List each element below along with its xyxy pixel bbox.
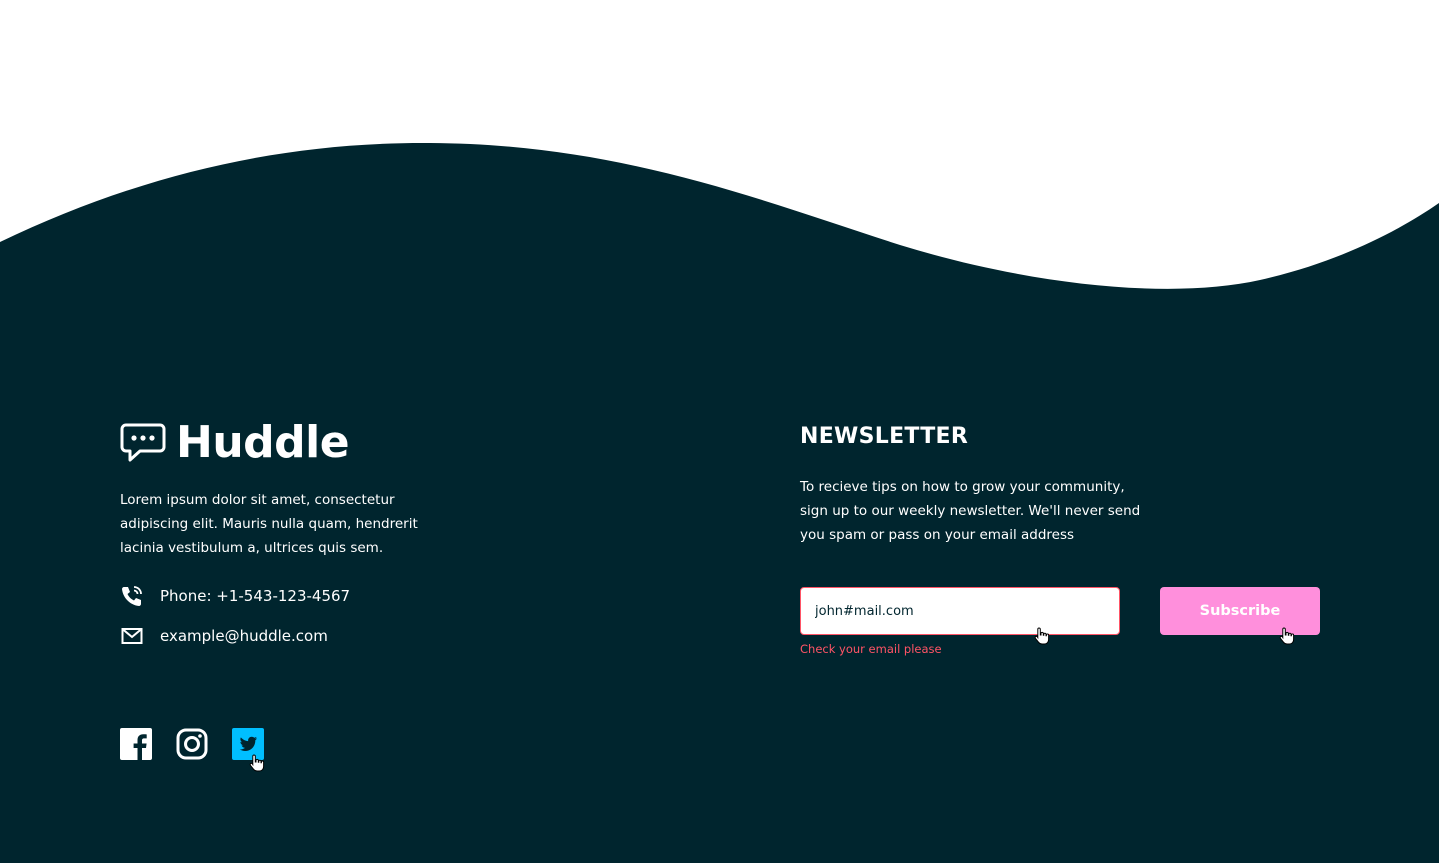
phone-icon	[122, 586, 142, 606]
facebook-icon[interactable]	[120, 728, 152, 760]
newsletter-title: NEWSLETTER	[800, 424, 969, 449]
brand-description: Lorem ipsum dolor sit amet, consectetur …	[120, 492, 418, 556]
social-links	[120, 728, 288, 760]
contact-phone: Phone: +1-543-123-4567	[120, 584, 350, 608]
mail-icon	[121, 628, 143, 644]
instagram-icon[interactable]	[176, 728, 208, 760]
footer: Huddle Lorem ipsum dolor sit amet, conse…	[0, 0, 1439, 863]
email-error-message: Check your email please	[800, 642, 942, 656]
twitter-icon[interactable]	[232, 728, 264, 760]
email-input[interactable]	[800, 587, 1120, 635]
phone-text: Phone: +1-543-123-4567	[160, 587, 351, 605]
page: Huddle Lorem ipsum dolor sit amet, conse…	[0, 0, 1439, 863]
contact-email: example@huddle.com	[120, 624, 328, 648]
subscribe-button[interactable]: Subscribe	[1160, 587, 1320, 635]
chat-bubble-icon	[120, 423, 166, 462]
newsletter-description: To recieve tips on how to grow your comm…	[800, 479, 1141, 543]
brand-logo[interactable]: Huddle	[120, 417, 350, 468]
email-text[interactable]: example@huddle.com	[160, 627, 328, 645]
brand-name: Huddle	[176, 417, 350, 468]
